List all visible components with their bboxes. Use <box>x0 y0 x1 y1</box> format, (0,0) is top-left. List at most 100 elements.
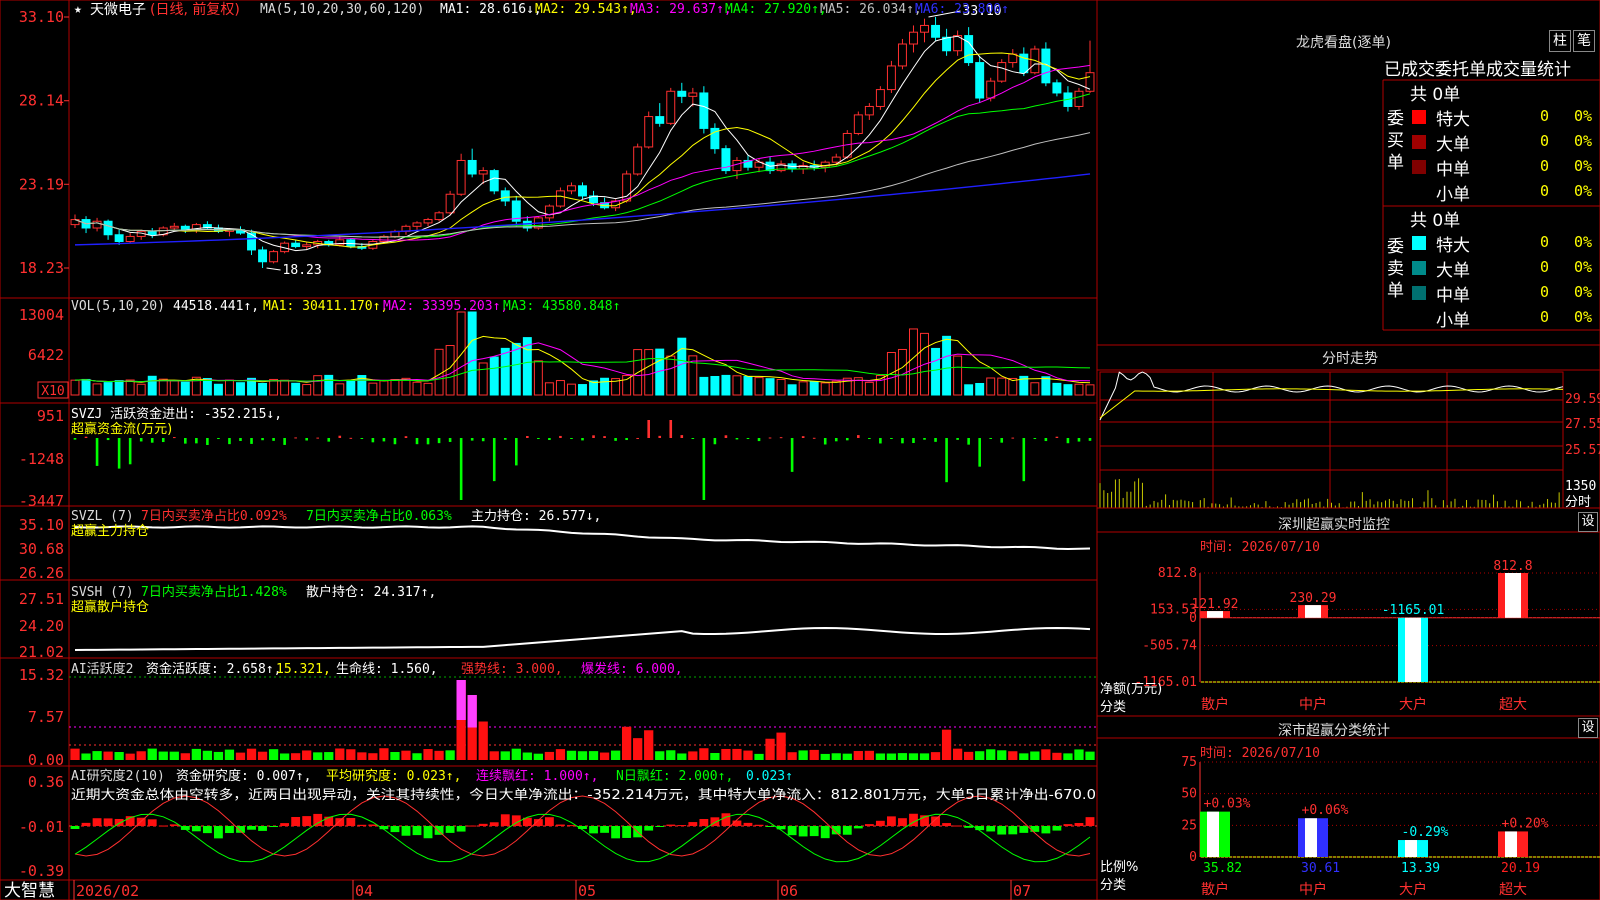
activity-bar <box>754 753 764 760</box>
svsh-subtitle: 超赢散户持仓 <box>71 599 149 615</box>
research-bar <box>214 826 223 839</box>
volume-axis-label: 6422 <box>28 346 64 364</box>
volume-bar <box>1030 382 1040 396</box>
volume-bar <box>401 377 411 396</box>
svzj-bar <box>570 438 573 439</box>
sz-monitor-time: 时间: 2026/07/10 <box>1200 540 1320 555</box>
sell-row-count: 0 <box>1540 308 1550 326</box>
volume-bar <box>1063 384 1073 396</box>
ai-activity-header-item: 资金活跃度: 2.658↑, <box>146 661 281 677</box>
svzl-subtitle: 超赢主力持仓 <box>71 523 149 539</box>
volume-bar <box>787 384 797 396</box>
sz-monitor-bar-highlight <box>1405 617 1421 682</box>
svzj-bar <box>448 438 452 442</box>
ai-activity-indicator[interactable] <box>69 676 1097 760</box>
intraday-title: 分时走势 <box>1322 351 1378 367</box>
research-bar <box>202 826 212 834</box>
candle-body <box>555 190 565 207</box>
activity-bar <box>81 753 91 760</box>
buy-row-name: 大单 <box>1436 135 1470 155</box>
svzj-bar <box>934 438 937 442</box>
svzj-bar <box>559 435 562 438</box>
tab-tick-view[interactable]: 笔 <box>1573 30 1595 52</box>
research-bar <box>225 826 234 834</box>
volume-bar <box>1041 376 1051 396</box>
activity-bar <box>268 749 279 760</box>
activity-bar <box>886 753 897 760</box>
ai-research-header-item: 平均研究度: 0.023↑, <box>326 768 461 784</box>
ma-header-item: MA6: 23.800↑ <box>915 2 1009 17</box>
volume-bar <box>136 383 146 396</box>
activity-bar <box>798 750 808 760</box>
activity-bar <box>820 753 830 760</box>
ai-activity-header-item: 爆发线: 6.000, <box>581 661 683 677</box>
volume-bar <box>953 355 963 396</box>
svzj-bar <box>294 437 297 439</box>
svzj-indicator[interactable] <box>73 420 1092 500</box>
svzj-bar <box>250 438 253 444</box>
ai-research-header-item: N日飘红: 2.000↑, <box>616 768 733 784</box>
candle-body <box>931 24 941 38</box>
research-bar <box>589 826 598 834</box>
activity-bar <box>655 751 665 760</box>
sz-stats-y-unit: 比例% <box>1100 860 1139 875</box>
svzj-bar <box>305 438 308 441</box>
volume-bar <box>666 355 676 396</box>
volume-bar <box>1074 383 1084 396</box>
sell-row-count: 0 <box>1540 258 1550 276</box>
activity-bar <box>633 738 643 760</box>
svzj-bar <box>857 435 860 438</box>
candle-body <box>423 219 433 224</box>
volume-scale-label: X10 <box>41 384 64 399</box>
volume-bar <box>931 347 941 396</box>
svsh-axis-label: 21.02 <box>19 643 64 661</box>
volume-bar <box>897 348 907 396</box>
activity-bar <box>743 750 753 760</box>
sz-stats-change-label: +0.20% <box>1502 816 1549 831</box>
svsh-indicator[interactable] <box>74 626 1091 651</box>
svzl-indicator[interactable] <box>74 525 1091 550</box>
ma-line-30 <box>74 93 1091 238</box>
candle-body <box>1074 90 1084 107</box>
activity-bar <box>158 751 168 760</box>
activity-bar <box>1074 749 1084 760</box>
ai-research-indicator[interactable] <box>69 795 1097 863</box>
activity-bar <box>787 752 797 760</box>
stock-chart-canvas[interactable]: 29.5927.5525.571350分时812.8153.530-505.74… <box>0 0 1600 900</box>
candle-body <box>853 114 863 134</box>
intraday-price-label: 25.57 <box>1565 443 1600 458</box>
candle-body <box>412 222 422 227</box>
svzj-bar <box>658 435 662 438</box>
sell-row-swatch <box>1412 236 1426 250</box>
sz-stats-y-label: 0 <box>1189 850 1197 865</box>
tab-bar-view[interactable]: 柱 <box>1549 30 1571 52</box>
svzj-bar <box>537 438 540 439</box>
sell-row-swatch <box>1412 286 1426 300</box>
volume-bar <box>555 380 565 396</box>
buy-row-pct: 0% <box>1574 107 1593 125</box>
volume-bar <box>644 349 654 396</box>
sz-monitor-y-label: 812.8 <box>1158 566 1197 581</box>
volume-bar <box>820 382 830 396</box>
activity-bar <box>279 753 290 760</box>
research-bar <box>1052 826 1062 831</box>
svzj-bar <box>239 438 242 441</box>
research-bar <box>611 826 621 839</box>
sz-stats-settings-button[interactable]: 设 <box>1578 718 1598 738</box>
volume-bars[interactable] <box>70 311 1095 396</box>
svzj-bar <box>184 438 187 444</box>
research-bar <box>600 826 609 833</box>
research-bar <box>434 826 444 835</box>
activity-bar <box>555 749 566 760</box>
volume-bar <box>103 382 113 396</box>
price-axis-label: 18.23 <box>19 259 64 277</box>
svzj-bar <box>150 438 154 443</box>
volume-bar <box>280 379 290 396</box>
research-bar <box>423 826 433 839</box>
volume-bar <box>544 382 554 396</box>
sz-monitor-settings-button[interactable]: 设 <box>1578 512 1598 532</box>
outer-frame <box>0 0 1600 900</box>
svzj-bar <box>1000 438 1004 443</box>
svzj-bar <box>1077 438 1081 442</box>
sz-monitor-y-label: -505.74 <box>1142 639 1197 654</box>
